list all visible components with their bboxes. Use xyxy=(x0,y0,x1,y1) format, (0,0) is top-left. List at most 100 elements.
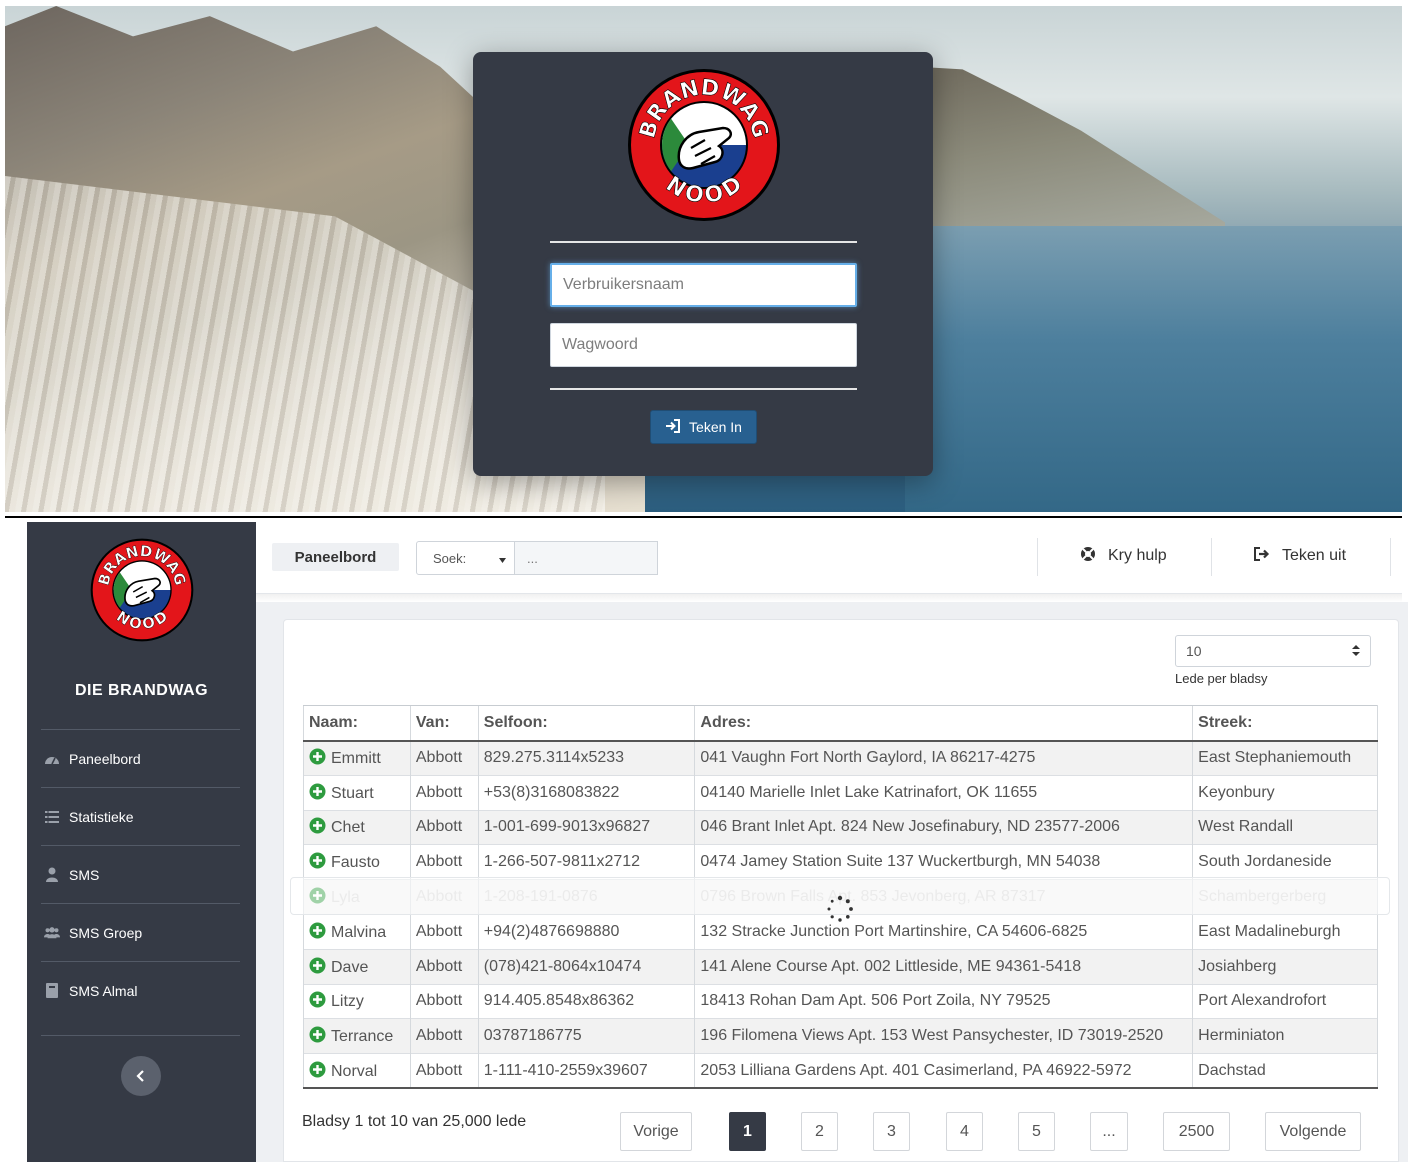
cell-selfoon: 1-001-699-9013x96827 xyxy=(477,809,695,845)
cell-text: Lyla xyxy=(331,889,360,907)
cell-text: East Madalineburgh xyxy=(1198,922,1341,940)
cell-text: Norval xyxy=(331,1062,378,1080)
cell-text: 1-001-699-9013x96827 xyxy=(483,818,651,836)
sidebar-item-sms[interactable]: SMS xyxy=(41,846,240,903)
cell-adres: 2053 Lilliana Gardens Apt. 401 Casimerla… xyxy=(694,1053,1193,1090)
cell-adres: 0474 Jamey Station Suite 137 Wuckertburg… xyxy=(694,844,1193,880)
cell-text: 046 Brant Inlet Apt. 824 New Josefinabur… xyxy=(700,818,1120,836)
caret-down-icon xyxy=(499,551,506,566)
login-screen: BRANDWAG NOOD Teken In xyxy=(5,6,1402,512)
cell-adres: 18413 Rohan Dam Apt. 506 Port Zoila, NY … xyxy=(694,983,1193,1019)
sidebar-item-paneelbord[interactable]: Paneelbord xyxy=(41,730,240,787)
cell-text: (078)421-8064x10474 xyxy=(483,957,642,975)
cell-text: West Randall xyxy=(1198,818,1294,836)
sidebar-item-label: Paneelbord xyxy=(69,750,141,767)
pagination-next-button[interactable]: Volgende xyxy=(1265,1112,1361,1151)
cell-text: Josiahberg xyxy=(1198,957,1277,975)
brandwag-logo-small: BRANDWAG NOOD xyxy=(90,538,194,642)
cell-streek: East Madalineburgh xyxy=(1192,913,1378,950)
expand-row-plus-icon[interactable] xyxy=(309,887,326,904)
login-card: BRANDWAG NOOD Teken In xyxy=(473,52,933,476)
column-header-naam[interactable]: Naam: xyxy=(303,705,411,742)
expand-row-plus-icon[interactable] xyxy=(309,783,326,800)
cell-naam: Malvina xyxy=(303,913,411,950)
expand-row-plus-icon[interactable] xyxy=(309,957,326,974)
cell-selfoon: 829.275.3114x5233 xyxy=(477,740,695,776)
column-header-selfoon[interactable]: Selfoon: xyxy=(477,705,695,742)
cell-van: Abbott xyxy=(409,774,479,811)
search-field-select[interactable]: Soek: xyxy=(416,541,515,575)
cell-naam: Terrance xyxy=(303,1018,411,1054)
pagination-page-1[interactable]: 1 xyxy=(729,1112,766,1151)
cell-naam: Dave xyxy=(303,948,411,985)
search-input[interactable] xyxy=(515,541,658,575)
sign-in-button[interactable]: Teken In xyxy=(650,410,757,444)
expand-row-plus-icon[interactable] xyxy=(309,817,326,834)
table-row[interactable]: Fausto Abbott 1-266-507-9811x2712 0474 Jame… xyxy=(303,844,1378,880)
table-row[interactable]: Stuart Abbott +53(8)3168083822 04140 Mariel… xyxy=(303,774,1378,811)
logout-link[interactable]: Teken uit xyxy=(1254,541,1346,571)
table-row[interactable]: Chet Abbott 1-001-699-9013x96827 046 Brant … xyxy=(303,809,1378,845)
help-link[interactable]: Kry hulp xyxy=(1080,541,1167,571)
cell-selfoon: 914.405.8548x86362 xyxy=(477,983,695,1019)
password-input[interactable] xyxy=(550,323,857,367)
cell-van: Abbott xyxy=(409,983,479,1019)
pagination-info: Bladsy 1 tot 10 van 25,000 lede xyxy=(302,1113,527,1130)
pagination-ellipsis[interactable]: ... xyxy=(1090,1112,1128,1151)
table-row[interactable]: Dave Abbott (078)421-8064x10474 141 Alene C… xyxy=(303,948,1378,985)
page-size-select[interactable]: 10 xyxy=(1175,635,1371,667)
dashboard-screen: BRANDWAG NOOD DIE BRANDWAG Paneelbord St… xyxy=(0,519,1408,1162)
expand-row-plus-icon[interactable] xyxy=(309,748,326,765)
cell-adres: 141 Alene Course Apt. 002 Littleside, ME… xyxy=(694,948,1193,985)
username-input[interactable] xyxy=(550,263,857,307)
table-row[interactable]: Terrance Abbott 03787186775 196 Filomena Vi… xyxy=(303,1018,1378,1054)
users-icon xyxy=(44,925,60,941)
sidebar-item-sms-almal[interactable]: SMS Almal xyxy=(41,962,240,1019)
pagination-page-2[interactable]: 2 xyxy=(801,1112,838,1151)
cell-text: Abbott xyxy=(415,818,463,836)
cell-text: Abbott xyxy=(415,783,463,801)
cell-text: Fausto xyxy=(331,854,380,872)
cell-text: Terrance xyxy=(331,1028,394,1046)
cell-streek: Schambergerberg xyxy=(1192,879,1378,915)
sidebar-item-statistieke[interactable]: Statistieke xyxy=(41,788,240,845)
sidebar-title: DIE BRANDWAG xyxy=(74,682,209,699)
pagination-page-5[interactable]: 5 xyxy=(1018,1112,1055,1151)
expand-row-plus-icon[interactable] xyxy=(309,852,326,869)
expand-row-plus-icon[interactable] xyxy=(309,991,326,1008)
column-header-adres[interactable]: Adres: xyxy=(694,705,1193,742)
column-header-streek[interactable]: Streek: xyxy=(1192,705,1378,742)
column-header-van[interactable]: Van: xyxy=(409,705,479,742)
pagination-page-4[interactable]: 4 xyxy=(946,1112,983,1151)
table-row[interactable]: Norval Abbott 1-111-410-2559x39607 2053 Lil… xyxy=(303,1053,1378,1090)
cell-text: Emmitt xyxy=(331,750,381,768)
table-row[interactable]: Emmitt Abbott 829.275.3114x5233 041 Vaughn … xyxy=(303,740,1378,776)
cell-text: Dachstad xyxy=(1198,1061,1266,1079)
search-select-value: Soek: xyxy=(433,550,467,566)
logout-label: Teken uit xyxy=(1282,547,1347,564)
cell-text: Abbott xyxy=(415,1061,463,1079)
cell-naam: Lyla xyxy=(303,879,411,915)
cell-text: Schambergerberg xyxy=(1198,888,1327,906)
cell-selfoon: 1-208-191-0876 xyxy=(477,879,695,915)
sidebar-item-sms-groep[interactable]: SMS Groep xyxy=(41,904,240,961)
cell-text: 914.405.8548x86362 xyxy=(483,992,635,1010)
pagination-page-3[interactable]: 3 xyxy=(873,1112,910,1151)
chevron-left-icon xyxy=(136,1067,146,1086)
breadcrumb[interactable]: Paneelbord xyxy=(272,543,399,571)
pagination-prev-button[interactable]: Vorige xyxy=(620,1112,692,1151)
table-row[interactable]: Litzy Abbott 914.405.8548x86362 18413 Rohan… xyxy=(303,983,1378,1019)
cell-text: 141 Alene Course Apt. 002 Littleside, ME… xyxy=(700,957,1082,975)
sidebar-collapse-button[interactable] xyxy=(121,1056,161,1096)
sidebar-item-label: Statistieke xyxy=(69,808,134,825)
sidebar-item-label: SMS Almal xyxy=(69,982,138,999)
sign-in-label: Teken In xyxy=(689,419,742,435)
cell-selfoon: 03787186775 xyxy=(477,1018,695,1054)
expand-row-plus-icon[interactable] xyxy=(309,1061,326,1078)
cell-text: 2053 Lilliana Gardens Apt. 401 Casimerla… xyxy=(700,1061,1132,1079)
pagination-page-last[interactable]: 2500 xyxy=(1163,1112,1230,1151)
expand-row-plus-icon[interactable] xyxy=(309,1026,326,1043)
expand-row-plus-icon[interactable] xyxy=(309,922,326,939)
login-divider-bottom xyxy=(550,388,857,390)
cell-van: Abbott xyxy=(409,913,479,950)
